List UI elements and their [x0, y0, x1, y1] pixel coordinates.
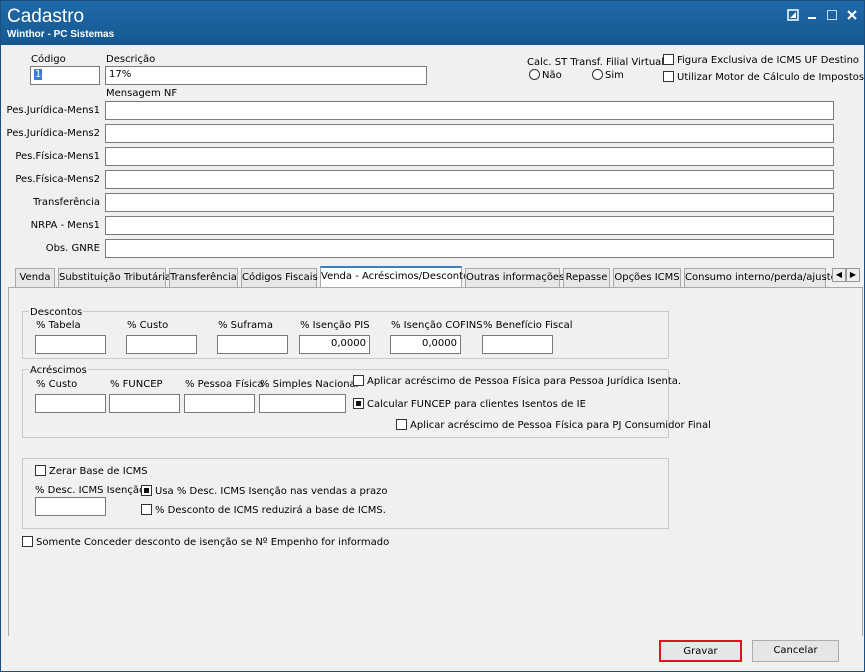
- tab-outras-informacoes[interactable]: Outras informações: [465, 268, 564, 287]
- aplicar-pj-consumidor-checkbox[interactable]: [396, 419, 407, 430]
- calcular-funcep-checkbox[interactable]: [353, 398, 364, 409]
- desc-icms-isencao-label: % Desc. ICMS Isenção: [35, 485, 146, 496]
- gravar-button[interactable]: Gravar: [659, 640, 742, 662]
- aplicar-pj-isenta-checkbox[interactable]: [353, 375, 364, 386]
- title-bar: [1, 1, 864, 45]
- msg-input-pf2[interactable]: [105, 170, 834, 189]
- acr-simples-nacional-label: % Simples Nacional: [260, 379, 359, 390]
- msg-label-pf1: Pes.Física-Mens1: [15, 151, 100, 162]
- zerar-base-icms-checkbox[interactable]: [35, 465, 46, 476]
- acr-funcep-input[interactable]: [109, 394, 180, 413]
- utilizar-motor-checkbox[interactable]: [663, 71, 674, 82]
- desc-beneficio-fiscal-label: % Benefício Fiscal: [483, 320, 573, 331]
- calc-st-label: Calc. ST Transf. Filial Virtual: [527, 57, 665, 68]
- tab-transferencia[interactable]: Transferência: [169, 268, 238, 287]
- aplicar-pj-isenta-label: Aplicar acréscimo de Pessoa Física para …: [367, 376, 682, 387]
- desc-suframa-input[interactable]: [217, 335, 288, 354]
- minimize-icon[interactable]: [806, 9, 818, 24]
- utilizar-motor-label: Utilizar Motor de Cálculo de Impostos: [677, 72, 865, 83]
- tab-opcoes-icms[interactable]: Opções ICMS: [613, 268, 681, 287]
- tab-repasse[interactable]: Repasse: [563, 268, 610, 287]
- acr-custo-label: % Custo: [36, 379, 78, 390]
- msg-input-nrpa[interactable]: [105, 216, 834, 235]
- desc-isencao-pis-label: % Isenção PIS: [300, 320, 370, 331]
- acrescimos-title: Acréscimos: [29, 365, 88, 376]
- acr-pessoa-fisica-label: % Pessoa Física: [185, 379, 264, 390]
- somente-conceder-label: Somente Conceder desconto de isenção se …: [36, 537, 390, 548]
- descontos-title: Descontos: [29, 307, 84, 318]
- msg-label-pj1: Pes.Jurídica-Mens1: [6, 105, 100, 116]
- figura-exclusiva-label: Figura Exclusiva de ICMS UF Destino: [677, 55, 860, 66]
- radio-nao[interactable]: [529, 69, 540, 80]
- close-icon[interactable]: [846, 9, 858, 24]
- tab-scroll-left-icon[interactable]: ◀: [832, 268, 846, 282]
- msg-label-gnre: Obs. GNRE: [45, 243, 100, 254]
- codigo-value: 1: [34, 69, 43, 80]
- descricao-label: Descrição: [106, 54, 156, 65]
- desconto-reduzira-label: % Desconto de ICMS reduzirá a base de IC…: [155, 505, 386, 516]
- msg-label-pj2: Pes.Jurídica-Mens2: [6, 128, 100, 139]
- codigo-input[interactable]: 1: [30, 66, 100, 85]
- cancelar-button[interactable]: Cancelar: [752, 640, 839, 662]
- msg-input-pf1[interactable]: [105, 147, 834, 166]
- desc-beneficio-fiscal-input[interactable]: [482, 335, 553, 354]
- tab-consumo-interno[interactable]: Consumo interno/perda/ajuste: [684, 268, 837, 287]
- tab-venda[interactable]: Venda: [15, 268, 55, 287]
- tab-substituicao-tributaria[interactable]: Substituição Tributária: [58, 268, 171, 287]
- msg-input-pj1[interactable]: [105, 101, 834, 120]
- msg-input-gnre[interactable]: [105, 239, 834, 258]
- desc-icms-isencao-input[interactable]: [35, 497, 106, 516]
- acr-simples-nacional-input[interactable]: [259, 394, 346, 413]
- restore-icon[interactable]: [787, 9, 799, 24]
- tab-codigos-fiscais[interactable]: Códigos Fiscais: [241, 268, 318, 287]
- desconto-reduzira-checkbox[interactable]: [141, 504, 152, 515]
- acr-pessoa-fisica-input[interactable]: [184, 394, 255, 413]
- aplicar-pj-consumidor-label: Aplicar acréscimo de Pessoa Física para …: [410, 420, 711, 431]
- desc-tabela-label: % Tabela: [36, 320, 81, 331]
- acr-custo-input[interactable]: [35, 394, 106, 413]
- mensagem-nf-label: Mensagem NF: [106, 88, 178, 99]
- acr-funcep-label: % FUNCEP: [110, 379, 163, 390]
- desc-isencao-cofins-label: % Isenção COFINS: [391, 320, 483, 331]
- descricao-input[interactable]: 17%: [105, 66, 427, 85]
- usa-desc-icms-label: Usa % Desc. ICMS Isenção nas vendas a pr…: [155, 486, 388, 497]
- desc-custo-label: % Custo: [127, 320, 169, 331]
- desc-isencao-pis-input[interactable]: 0,0000: [299, 335, 370, 354]
- tab-venda-acrescimos-descontos[interactable]: Venda - Acréscimos/Descontos: [320, 266, 474, 288]
- msg-input-transferencia[interactable]: [105, 193, 834, 212]
- desc-custo-input[interactable]: [126, 335, 197, 354]
- usa-desc-icms-checkbox[interactable]: [141, 485, 152, 496]
- msg-input-pj2[interactable]: [105, 124, 834, 143]
- msg-label-pf2: Pes.Física-Mens2: [15, 174, 100, 185]
- radio-sim-label: Sim: [605, 70, 624, 81]
- desc-isencao-cofins-input[interactable]: 0,0000: [390, 335, 461, 354]
- window-subtitle: Winthor - PC Sistemas: [7, 29, 115, 40]
- zerar-base-icms-label: Zerar Base de ICMS: [49, 466, 148, 477]
- desc-suframa-label: % Suframa: [218, 320, 273, 331]
- radio-sim[interactable]: [592, 69, 603, 80]
- tab-scroll-right-icon[interactable]: ▶: [846, 268, 860, 282]
- figura-exclusiva-checkbox[interactable]: [663, 54, 674, 65]
- calcular-funcep-label: Calcular FUNCEP para clientes Isentos de…: [367, 399, 586, 410]
- window-title: Cadastro: [7, 6, 85, 27]
- codigo-label: Código: [31, 54, 66, 65]
- maximize-icon[interactable]: [826, 9, 838, 24]
- desc-tabela-input[interactable]: [35, 335, 106, 354]
- msg-label-nrpa: NRPA - Mens1: [30, 220, 100, 231]
- somente-conceder-checkbox[interactable]: [22, 536, 33, 547]
- msg-label-transferencia: Transferência: [33, 197, 100, 208]
- radio-nao-label: Não: [542, 70, 562, 81]
